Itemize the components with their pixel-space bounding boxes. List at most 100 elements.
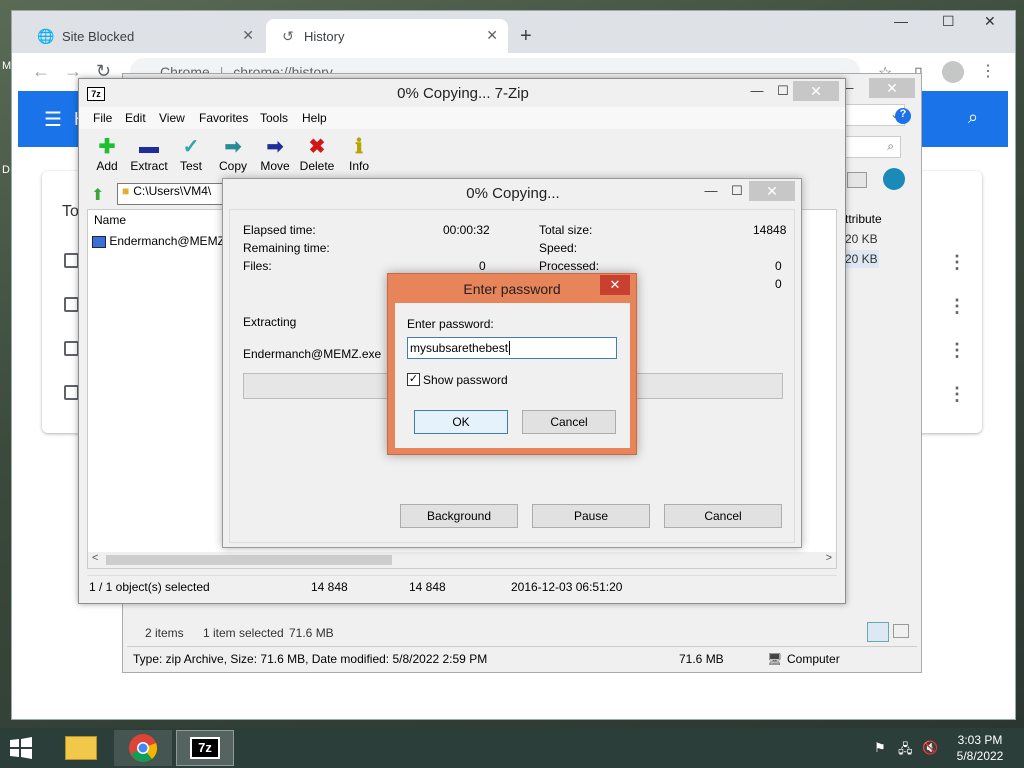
show-password-checkbox[interactable]: ✓ bbox=[407, 373, 420, 386]
more-icon[interactable]: ⋮ bbox=[948, 385, 966, 403]
remaining-label: Remaining time: bbox=[243, 241, 330, 255]
extract-button[interactable]: ▬ Extract bbox=[128, 135, 170, 173]
menu-edit[interactable]: Edit bbox=[125, 111, 146, 125]
add-icon: ✚ bbox=[98, 136, 116, 158]
search-icon[interactable]: ⌕ bbox=[968, 107, 978, 128]
tab-label: Site Blocked bbox=[62, 28, 135, 44]
shell-icon[interactable] bbox=[883, 168, 905, 190]
add-button[interactable]: ✚ Add bbox=[86, 135, 128, 173]
close-tab-icon[interactable]: ✕ bbox=[242, 27, 254, 44]
volume-muted-icon[interactable]: 🔇 bbox=[922, 740, 938, 756]
delete-icon: ✖ bbox=[308, 136, 326, 158]
files-label: Files: bbox=[243, 259, 272, 273]
back-icon[interactable]: ← bbox=[32, 61, 50, 82]
column-name[interactable]: Name bbox=[94, 213, 126, 227]
close-tab-icon[interactable]: ✕ bbox=[486, 27, 498, 44]
maximize-icon[interactable]: ☐ bbox=[942, 13, 955, 30]
action-center-icon[interactable]: ⚑ bbox=[874, 740, 886, 756]
menu-file[interactable]: File bbox=[93, 111, 112, 125]
menu-icon[interactable]: ⋮ bbox=[980, 61, 996, 81]
tab-site-blocked[interactable]: 🌐 Site Blocked ✕ bbox=[24, 19, 264, 53]
clock-date[interactable]: 5/8/2022 bbox=[950, 749, 1010, 763]
details-text: Type: zip Archive, Size: 71.6 MB, Date m… bbox=[133, 652, 488, 666]
taskbar-file-explorer[interactable] bbox=[52, 730, 110, 766]
globe-icon: 🌐 bbox=[37, 27, 55, 44]
close-button[interactable]: ✕ bbox=[793, 81, 839, 101]
hamburger-icon[interactable]: ☰ bbox=[44, 107, 62, 132]
up-folder-icon[interactable]: ⬆ bbox=[91, 185, 104, 205]
details-view-icon[interactable] bbox=[867, 622, 889, 642]
background-button[interactable]: Background bbox=[400, 504, 518, 528]
menu-help[interactable]: Help bbox=[302, 111, 327, 125]
computer-icon: 🖥 bbox=[767, 652, 783, 666]
more-icon[interactable]: ⋮ bbox=[948, 253, 966, 271]
close-button[interactable]: ✕ bbox=[869, 78, 915, 98]
password-input[interactable]: mysubsarethebest bbox=[407, 337, 617, 359]
minimize-icon[interactable]: — bbox=[894, 13, 908, 29]
password-body: Enter password: mysubsarethebest ✓ Show … bbox=[395, 303, 630, 448]
new-tab-icon[interactable]: + bbox=[520, 25, 532, 48]
avatar[interactable] bbox=[942, 61, 964, 83]
total-value: 14848 bbox=[753, 223, 787, 237]
horizontal-scrollbar[interactable]: < > bbox=[88, 552, 836, 568]
more-icon[interactable]: ⋮ bbox=[948, 341, 966, 359]
taskbar-chrome[interactable] bbox=[114, 730, 172, 766]
extract-icon: ▬ bbox=[139, 136, 159, 158]
cancel-button[interactable]: Cancel bbox=[664, 504, 782, 528]
toolbar-label: Copy bbox=[218, 159, 247, 173]
desktop-icon-label: M bbox=[2, 60, 12, 72]
info-button[interactable]: ℹ Info bbox=[338, 135, 380, 173]
extra-value: 0 bbox=[775, 277, 782, 291]
start-button[interactable] bbox=[6, 734, 36, 762]
more-icon[interactable]: ⋮ bbox=[948, 297, 966, 315]
exe-icon bbox=[92, 235, 106, 248]
processed-value: 0 bbox=[775, 259, 782, 273]
password-dialog: Enter password ✕ Enter password: mysubsa… bbox=[387, 273, 637, 455]
tab-history[interactable]: ↺ History ✕ bbox=[266, 19, 508, 53]
folder-icon: ■ bbox=[122, 184, 130, 198]
elapsed-label: Elapsed time: bbox=[243, 223, 316, 237]
scrollbar-thumb[interactable] bbox=[106, 555, 392, 565]
clock-time[interactable]: 3:03 PM bbox=[950, 733, 1010, 747]
copy-button[interactable]: ➡ Copy bbox=[212, 135, 254, 173]
toolbar-label: Extract bbox=[130, 159, 168, 173]
thumbnail-view-icon[interactable] bbox=[893, 624, 909, 638]
window-title: 0% Copying... 7-Zip bbox=[397, 85, 529, 102]
cancel-button[interactable]: Cancel bbox=[522, 410, 616, 434]
close-button[interactable]: ✕ bbox=[600, 275, 630, 295]
test-button[interactable]: ✓ Test bbox=[170, 135, 212, 173]
copy-icon: ➡ bbox=[224, 136, 242, 158]
history-checkbox[interactable] bbox=[64, 297, 79, 312]
column-header[interactable]: ttribute bbox=[845, 212, 925, 226]
toolbar-label: Move bbox=[260, 159, 290, 173]
search-icon: ⌕ bbox=[887, 139, 894, 153]
close-icon[interactable]: ✕ bbox=[984, 13, 996, 30]
network-icon[interactable]: 🖧 bbox=[898, 740, 913, 762]
help-icon[interactable]: ? bbox=[895, 108, 911, 124]
history-checkbox[interactable] bbox=[64, 253, 79, 268]
close-button[interactable]: ✕ bbox=[749, 181, 795, 201]
list-item[interactable]: Endermanch@MEMZ bbox=[92, 234, 226, 250]
view-icon[interactable] bbox=[847, 172, 867, 188]
history-checkbox[interactable] bbox=[64, 385, 79, 400]
toolbar-label: Info bbox=[348, 159, 369, 173]
menu-tools[interactable]: Tools bbox=[260, 111, 288, 125]
search-box[interactable]: ⌕ bbox=[845, 136, 901, 158]
toolbar-label: Add bbox=[96, 159, 118, 173]
scroll-right-icon[interactable]: > bbox=[826, 552, 832, 564]
status-bar: 1 / 1 object(s) selected 14 848 14 848 2… bbox=[87, 575, 837, 595]
status-size: 14 848 bbox=[311, 580, 348, 594]
file-size: 20 KB bbox=[841, 250, 879, 268]
history-checkbox[interactable] bbox=[64, 341, 79, 356]
ok-button[interactable]: OK bbox=[414, 410, 508, 434]
menu-favorites[interactable]: Favorites bbox=[199, 111, 248, 125]
password-value: mysubsarethebest bbox=[410, 341, 509, 355]
delete-button[interactable]: ✖ Delete bbox=[296, 135, 338, 173]
toolbar-label: Delete bbox=[299, 159, 335, 173]
pause-button[interactable]: Pause bbox=[532, 504, 650, 528]
menu-view[interactable]: View bbox=[159, 111, 185, 125]
taskbar-7zip[interactable]: 7z bbox=[176, 730, 234, 766]
path-field[interactable]: ■ C:\Users\VM4\ bbox=[117, 183, 225, 205]
scroll-left-icon[interactable]: < bbox=[92, 552, 98, 564]
move-button[interactable]: ➡ Move bbox=[254, 135, 296, 173]
